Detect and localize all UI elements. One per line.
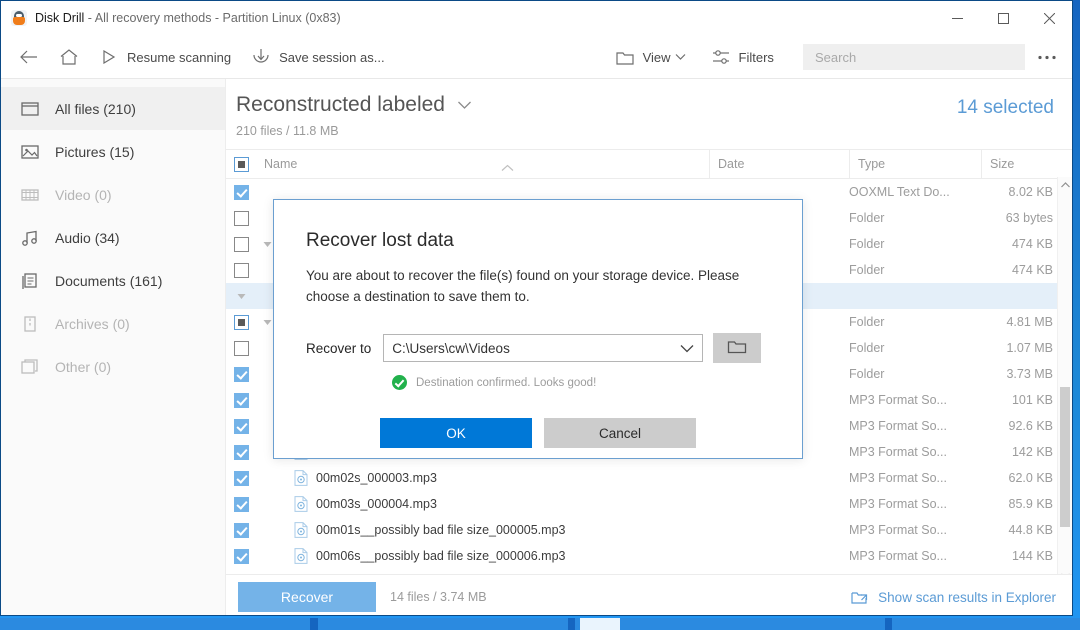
- taskbar-segment: [0, 618, 310, 630]
- ok-button[interactable]: OK: [380, 418, 532, 449]
- destination-label: Recover to: [306, 340, 372, 356]
- dialog-body-text: You are about to recover the file(s) fou…: [306, 268, 740, 304]
- success-check-icon: [392, 375, 407, 391]
- dialog-title: Recover lost data: [306, 230, 454, 251]
- taskbar-segment: [318, 618, 568, 630]
- disk-drill-window: Disk Drill - All recovery methods - Part…: [0, 0, 1073, 616]
- destination-field-row: Recover to C:\Users\cw\Videos: [306, 333, 802, 364]
- recover-lost-data-dialog: Recover lost data You are about to recov…: [273, 199, 803, 459]
- destination-combobox[interactable]: C:\Users\cw\Videos: [383, 334, 704, 363]
- browse-destination-button[interactable]: [713, 333, 762, 364]
- destination-status: Destination confirmed. Looks good!: [392, 375, 802, 391]
- dialog-buttons: OK Cancel: [274, 418, 802, 449]
- destination-value: C:\Users\cw\Videos: [392, 340, 510, 356]
- cancel-button[interactable]: Cancel: [544, 418, 696, 449]
- destination-status-text: Destination confirmed. Looks good!: [416, 376, 597, 389]
- taskbar-segment: [892, 618, 1080, 630]
- taskbar-segment: [575, 618, 885, 630]
- taskbar-highlight: [580, 618, 620, 630]
- folder-browse-icon: [727, 339, 747, 358]
- taskbar: [0, 618, 1080, 630]
- chevron-down-icon: [680, 344, 694, 353]
